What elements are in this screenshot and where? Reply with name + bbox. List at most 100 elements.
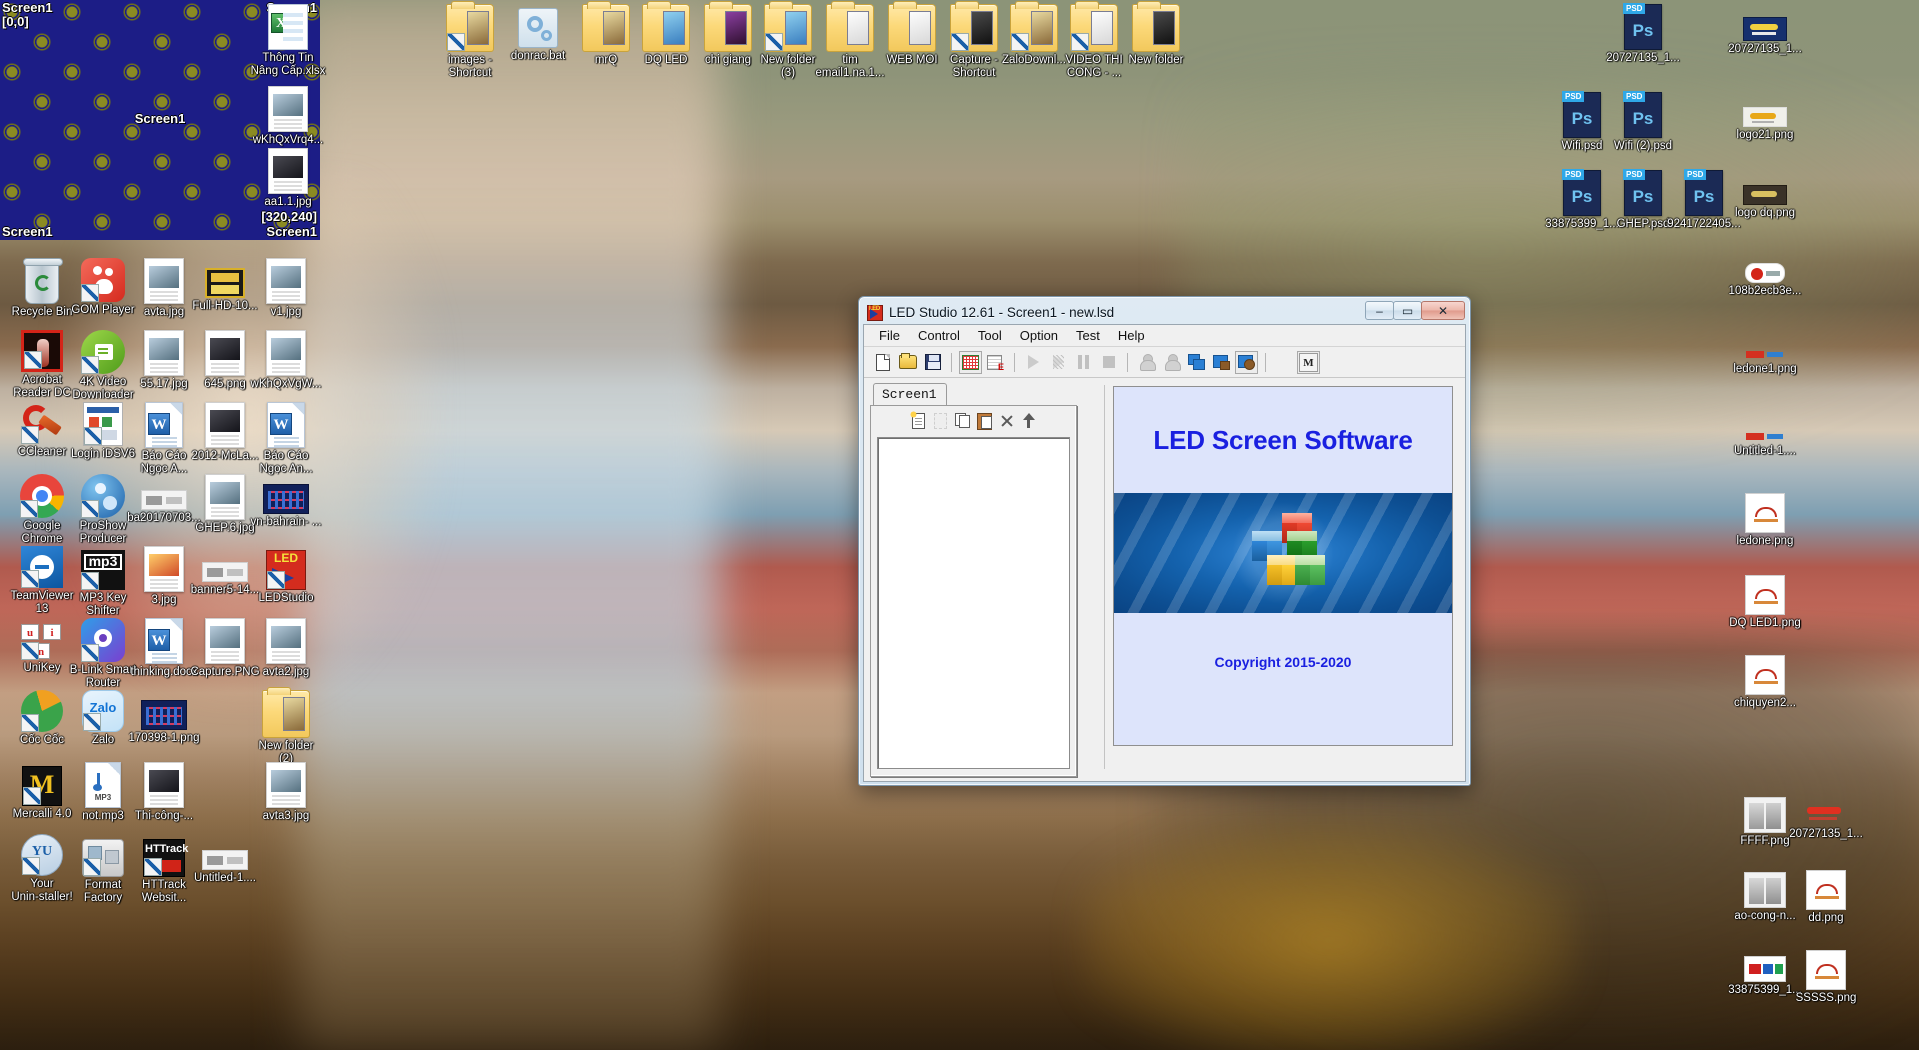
maximize-button[interactable]: ▭ <box>1393 301 1422 320</box>
desktop-icon-logo21-png[interactable]: logo21.png <box>1727 92 1803 142</box>
logo-image-icon <box>1804 804 1848 826</box>
desktop-icon-dd-png[interactable]: dd.png <box>1788 865 1864 925</box>
desktop-icon-20727135-1-png[interactable]: 20727135_1... <box>1727 4 1803 56</box>
new-file-button[interactable] <box>871 351 894 374</box>
led-studio-window[interactable]: LED Studio 12.61 - Screen1 - new.lsd – ▭… <box>858 296 1471 786</box>
new-item-icon <box>934 412 947 429</box>
desktop-icon-20727135-1-psd[interactable]: Ps 20727135_1... <box>1605 3 1681 65</box>
desktop-icon-aa11-jpg[interactable]: aa1.1.jpg <box>250 148 326 209</box>
desktop-icon-chiquyen2-png[interactable]: chiquyen2... <box>1727 650 1803 710</box>
tab-screen1[interactable]: Screen1 <box>873 383 947 406</box>
display-mode-button[interactable] <box>959 350 982 374</box>
httrack-icon: HTTrack <box>143 839 188 877</box>
desktop[interactable]: Screen1 [0,0] Screen1 Screen1 [320,240] … <box>0 0 1919 1050</box>
menu-item-help[interactable]: Help <box>1109 326 1154 345</box>
desktop-icon-vn-bahrain[interactable]: vn-bahrain- ... <box>248 474 324 529</box>
menu-item-control[interactable]: Control <box>909 326 969 345</box>
desktop-icon-sssss-png[interactable]: SSSSS.png <box>1788 945 1864 1005</box>
image-file-icon <box>141 700 187 730</box>
desktop-icon-20727135-1-bottom[interactable]: 20727135_1... <box>1788 790 1864 841</box>
desktop-icon-avta2-jpg[interactable]: avta2.jpg <box>248 618 324 679</box>
desktop-icon-170398-1-png[interactable]: 170398-1.png <box>126 690 202 745</box>
desktop-icon-thong-tin-nang-cap-xlsx[interactable]: X Thông Tin Nâng Cấp.xlsx <box>250 4 326 77</box>
letter-m-icon: M <box>1299 352 1318 372</box>
ccleaner-icon <box>21 402 63 444</box>
preview-coord-topleft: [0,0] <box>2 14 29 29</box>
desktop-icon-new-folder-top[interactable]: New folder <box>1118 1 1194 67</box>
folder-icon <box>1132 1 1180 52</box>
image-file-icon <box>144 330 184 376</box>
screen-clock-icon <box>1238 354 1255 370</box>
desktop-icon-label: avta3.jpg <box>262 810 310 822</box>
desktop-icon-thi-cong[interactable]: Thi-công-... <box>126 762 202 823</box>
edit-mode-button[interactable] <box>984 351 1007 374</box>
desktop-icon-ledone-png[interactable]: ledone.png <box>1727 488 1803 548</box>
menu-item-tool[interactable]: Tool <box>969 326 1011 345</box>
desktop-icon-images-shortcut[interactable]: images - Shortcut <box>432 1 508 79</box>
login-idsv6-icon <box>83 402 123 446</box>
desktop-icon-108b2ecb3e[interactable]: 108b2ecb3e... <box>1727 248 1803 298</box>
desktop-icon-ledstudio[interactable]: LED LEDStudio <box>248 546 324 605</box>
window-body: FileControlToolOptionTestHelp M Screen1 … <box>863 324 1466 782</box>
desktop-icon-label: ledone.png <box>1736 535 1794 547</box>
mp3-file-icon: MP3 <box>85 762 121 808</box>
desktop-icon-logo-dq-png[interactable]: logo dq.png <box>1727 170 1803 220</box>
menu-item-option[interactable]: Option <box>1011 326 1067 345</box>
image-file-icon <box>1745 655 1785 695</box>
desktop-icon-label: aa1.1.jpg <box>264 196 312 208</box>
image-file-icon <box>144 546 184 592</box>
desktop-icon-untitled-1-left[interactable]: Untitled-1.... <box>187 834 263 885</box>
window-titlebar[interactable]: LED Studio 12.61 - Screen1 - new.lsd – ▭… <box>863 301 1466 324</box>
folder-icon <box>1070 1 1118 52</box>
menu-item-file[interactable]: File <box>870 326 909 345</box>
desktop-icon-dq-led1-png[interactable]: DQ LED1.png <box>1727 570 1803 630</box>
desktop-icon-label: 108b2ecb3e... <box>1728 285 1802 297</box>
toolbar-separator <box>951 352 952 372</box>
image-file-icon <box>1806 950 1846 990</box>
new-item-button <box>931 411 950 430</box>
led-grid-icon <box>962 354 979 370</box>
desktop-icon-ledone1-png[interactable]: ledone1.png <box>1727 330 1803 376</box>
desktop-icon-v1-jpg[interactable]: v1.jpg <box>248 258 324 319</box>
unikey-icon: uin <box>21 624 63 660</box>
mp3-key-shifter-icon: mp3 <box>81 550 125 590</box>
desktop-icon-avta3-jpg[interactable]: avta3.jpg <box>248 762 324 823</box>
image-file-icon <box>205 402 245 448</box>
desktop-icon-wifi-2-psd[interactable]: Ps Wifi (2).psd <box>1605 91 1681 153</box>
desktop-icon-label: 20727135_1... <box>1606 52 1680 64</box>
desktop-icon-label: chiquyen2... <box>1733 697 1796 709</box>
desktop-icon-bao-cao-ngoc-an[interactable]: W Báo Cáo Ngọc An... <box>248 402 324 475</box>
program-listbox[interactable] <box>877 437 1070 769</box>
screen-clock-button[interactable] <box>1235 350 1258 374</box>
desktop-icon-wkhqxvgw[interactable]: wKhQxVgW... <box>248 330 324 391</box>
menu-item-test[interactable]: Test <box>1067 326 1109 345</box>
copy-button[interactable] <box>953 411 972 430</box>
logo-image-icon <box>1744 431 1786 443</box>
desktop-icon-wkhqxvrq4-jpg[interactable]: wKhQxVrq4... <box>250 86 326 147</box>
paste-button[interactable] <box>975 411 994 430</box>
format-factory-icon <box>82 839 124 877</box>
move-up-button[interactable] <box>1019 411 1038 430</box>
screen-swap-button[interactable] <box>1185 351 1208 374</box>
folder-icon <box>704 1 752 52</box>
new-program-button[interactable] <box>909 410 928 430</box>
floppy-save-icon <box>924 354 941 370</box>
open-file-button[interactable] <box>896 351 919 374</box>
pause-button <box>1072 351 1095 374</box>
close-button[interactable]: ✕ <box>1421 301 1465 320</box>
monitor-button[interactable]: M <box>1297 350 1320 374</box>
minimize-button[interactable]: – <box>1365 301 1394 320</box>
save-file-button[interactable] <box>921 351 944 374</box>
desktop-icon-label: New folder <box>1128 54 1184 66</box>
folder-icon <box>642 1 690 52</box>
desktop-icon-label: LEDStudio <box>258 592 314 604</box>
desktop-icon-untitled-1-right[interactable]: Untitled-1.... <box>1727 412 1803 458</box>
delete-button[interactable] <box>997 411 1016 430</box>
word-file-icon: W <box>267 402 305 448</box>
led-studio-icon <box>867 304 883 321</box>
screen-lock-button[interactable] <box>1210 351 1233 374</box>
desktop-icon-label: Untitled-1.... <box>194 872 256 884</box>
toolbar-separator <box>1127 352 1128 372</box>
desktop-icon-new-folder-2[interactable]: New folder (2) <box>248 687 324 765</box>
desktop-icon-donrac-bat[interactable]: donrac.bat <box>500 4 576 63</box>
